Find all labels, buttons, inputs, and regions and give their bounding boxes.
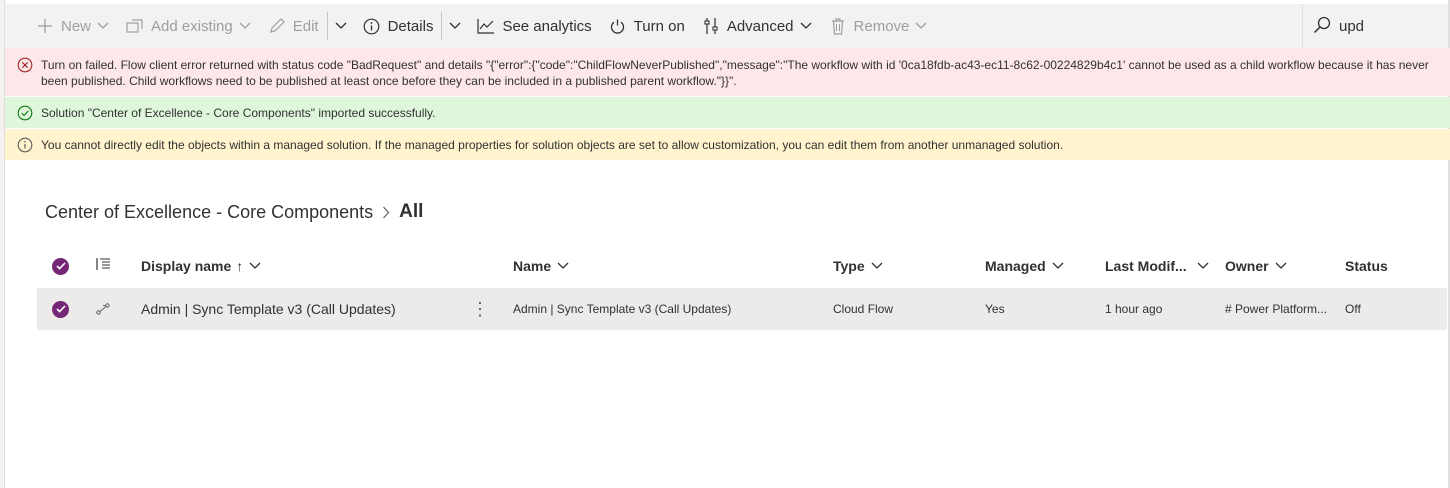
error-icon — [17, 57, 33, 73]
name-header-label: Name — [513, 258, 552, 274]
row-display-name[interactable]: Admin | Sync Template v3 (Call Updates) — [141, 288, 396, 330]
checkmark-icon — [52, 257, 69, 275]
chevron-down-icon — [915, 22, 927, 30]
add-icon — [35, 16, 55, 36]
see-analytics-label: See analytics — [502, 17, 592, 35]
status-header-label: Status — [1345, 258, 1388, 274]
search-input[interactable]: upd — [1302, 4, 1448, 48]
trash-icon — [828, 16, 848, 36]
row-managed: Yes — [985, 302, 1005, 316]
advanced-label: Advanced — [726, 17, 794, 35]
display-name-header-label: Display name — [141, 258, 232, 274]
turn-on-button[interactable]: Turn on — [600, 4, 693, 48]
more-options-icon[interactable]: ⋮ — [471, 288, 489, 330]
breadcrumb-current: All — [399, 201, 424, 222]
chevron-down-icon — [800, 22, 812, 30]
chevron-down-icon — [557, 262, 569, 270]
column-header-owner[interactable]: Owner — [1225, 246, 1287, 286]
sort-ascending-icon: ↑ — [236, 258, 244, 274]
remove-label: Remove — [853, 17, 910, 35]
info-icon — [17, 137, 33, 153]
add-existing-button[interactable]: Add existing — [117, 4, 259, 48]
search-icon — [1313, 16, 1333, 36]
settings-sliders-icon — [701, 16, 721, 36]
row-name: Admin | Sync Template v3 (Call Updates) — [513, 302, 732, 316]
row-owner: # Power Platform... — [1225, 302, 1328, 316]
edit-button[interactable]: Edit — [259, 4, 327, 48]
chevron-down-icon — [239, 22, 251, 30]
command-bar: New Add existing Edit Details See analyt… — [5, 4, 1448, 48]
power-icon — [608, 16, 628, 36]
add-existing-icon — [125, 16, 145, 36]
add-existing-label: Add existing — [151, 17, 233, 35]
type-header-label: Type — [833, 258, 865, 274]
select-all-checkbox[interactable] — [52, 246, 69, 286]
chevron-down-icon — [871, 262, 883, 270]
remove-button[interactable]: Remove — [820, 4, 936, 48]
new-button[interactable]: New — [5, 4, 117, 48]
breadcrumb: Center of Excellence - Core Components A… — [45, 198, 423, 226]
new-label: New — [61, 17, 92, 35]
chevron-down-icon — [1197, 262, 1209, 270]
owner-header-label: Owner — [1225, 258, 1269, 274]
chevron-down-icon — [1275, 262, 1287, 270]
details-button[interactable]: Details — [354, 4, 442, 48]
row-type: Cloud Flow — [833, 302, 894, 316]
search-value: upd — [1339, 17, 1365, 35]
table-row[interactable]: Admin | Sync Template v3 (Call Updates) … — [37, 288, 1447, 330]
cloud-flow-icon — [96, 288, 110, 330]
row-last-modified: 1 hour ago — [1105, 302, 1163, 316]
warning-message-bar: You cannot directly edit the objects wit… — [5, 129, 1450, 160]
error-message-bar: Turn on failed. Flow client error return… — [5, 48, 1450, 96]
managed-header-label: Managed — [985, 258, 1046, 274]
see-analytics-button[interactable]: See analytics — [468, 4, 599, 48]
grid-header: Display name ↑ Name Type Managed Last Mo… — [37, 246, 1447, 286]
turn-on-label: Turn on — [633, 17, 685, 35]
warning-message-text: You cannot directly edit the objects wit… — [41, 138, 1064, 152]
success-message-text: Solution "Center of Excellence - Core Co… — [41, 106, 436, 120]
error-message-text: Turn on failed. Flow client error return… — [41, 58, 1429, 88]
advanced-button[interactable]: Advanced — [693, 4, 820, 48]
chevron-right-icon — [382, 206, 390, 219]
pencil-icon — [267, 16, 287, 36]
last-modified-header-label: Last Modif... — [1105, 258, 1187, 274]
list-view-icon — [96, 257, 111, 276]
details-chevron[interactable] — [442, 4, 468, 48]
success-message-bar: Solution "Center of Excellence - Core Co… — [5, 97, 1450, 128]
row-select-checkbox[interactable] — [52, 288, 69, 330]
column-header-last-modified[interactable]: Last Modif... — [1105, 246, 1209, 286]
row-status: Off — [1345, 302, 1361, 316]
chevron-down-icon — [449, 17, 461, 35]
column-header-display-name[interactable]: Display name ↑ — [141, 246, 261, 286]
column-header-managed[interactable]: Managed — [985, 246, 1064, 286]
column-options-button[interactable] — [96, 246, 111, 286]
success-check-icon — [17, 105, 33, 121]
info-icon — [362, 16, 382, 36]
chevron-down-icon — [1052, 262, 1064, 270]
breadcrumb-solution-link[interactable]: Center of Excellence - Core Components — [45, 202, 373, 223]
column-header-name[interactable]: Name — [513, 246, 569, 286]
chevron-down-icon — [249, 262, 261, 270]
chevron-down-icon — [335, 17, 347, 35]
checkmark-icon — [52, 300, 69, 318]
analytics-icon — [476, 16, 496, 36]
details-label: Details — [387, 17, 434, 35]
chevron-down-icon — [97, 22, 109, 30]
more-commands-chevron[interactable] — [328, 4, 354, 48]
edit-label: Edit — [292, 17, 319, 35]
column-header-type[interactable]: Type — [833, 246, 883, 286]
column-header-status[interactable]: Status — [1345, 246, 1388, 286]
